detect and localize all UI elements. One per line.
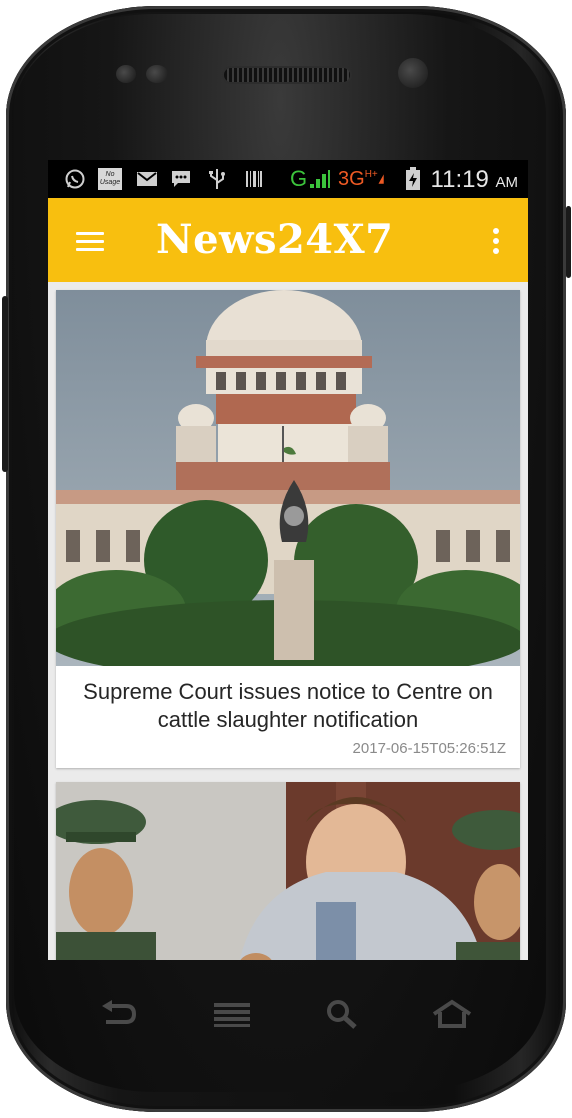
news-card[interactable]: Supreme Court issues notice to Centre on… [56,290,520,768]
no-usage-text: No Usage [99,171,121,186]
earpiece-speaker [222,66,352,84]
app-bar: News24X7 [48,198,528,282]
news-image [56,782,520,960]
clock-ampm: AM [495,174,519,191]
front-camera [398,58,428,88]
whatsapp-icon [64,168,86,190]
usb-icon [206,168,228,190]
clock: 11:19 AM [431,166,518,194]
hamburger-menu-icon[interactable] [76,232,104,252]
news-image [56,290,520,666]
proximity-sensor [116,65,136,83]
news-timestamp: 2017-06-15T05:26:51Z [352,740,506,757]
signal-icon: G [290,166,336,191]
news-card[interactable] [56,782,520,960]
volume-button [2,296,8,472]
back-icon [102,1000,137,1024]
news-headline[interactable]: Supreme Court issues notice to Centre on… [66,678,510,734]
menu-key[interactable] [208,996,256,1032]
back-key[interactable] [94,996,142,1032]
menu-icon [214,1003,250,1027]
status-bar: No Usage G 3G H+ 11:19 AM [48,160,528,198]
light-sensor [146,65,168,83]
barcode-icon [244,168,264,190]
app-title: News24X7 [156,216,394,263]
clock-time: 11:19 [430,166,489,193]
search-key[interactable] [318,996,366,1032]
gmail-icon [136,168,158,190]
carrier-letter: G [290,166,308,191]
overflow-menu-icon[interactable] [492,228,500,256]
battery-charging-icon [404,167,422,190]
screen: No Usage G 3G H+ 11:19 AM News24X7 Supre… [48,160,528,960]
search-icon [327,1000,357,1029]
chat-icon [170,168,192,190]
power-button [566,206,571,278]
no-usage-icon: No Usage [98,168,122,190]
home-icon [432,999,472,1028]
home-key[interactable] [428,996,476,1032]
network-type: 3G [338,167,365,190]
network-3g-icon: 3G H+ [338,168,384,190]
network-suffix: H+ [364,168,378,180]
